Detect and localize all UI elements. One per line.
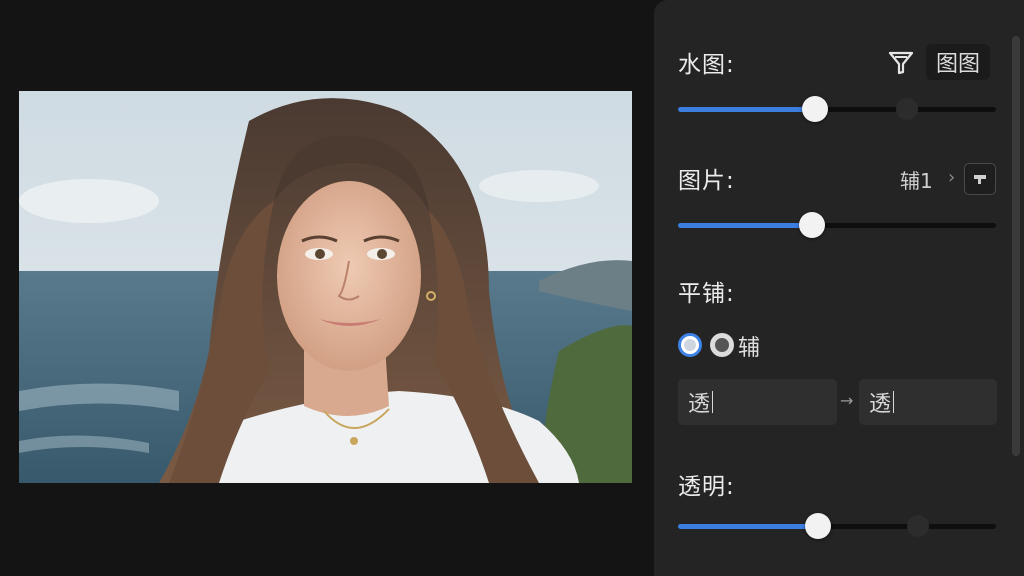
tile-from-field[interactable]: 透 bbox=[678, 379, 837, 425]
watermark-slider[interactable] bbox=[678, 95, 996, 123]
tile-row: 平铺: bbox=[678, 273, 735, 309]
opacity-label: 透明: bbox=[678, 474, 735, 500]
tile-label: 平铺: bbox=[678, 281, 735, 307]
funnel-icon[interactable] bbox=[886, 48, 916, 78]
opacity-slider[interactable] bbox=[678, 512, 996, 540]
portrait-photo bbox=[19, 91, 632, 483]
image-slider[interactable] bbox=[678, 211, 996, 239]
chevron-right-icon: › bbox=[948, 167, 956, 188]
watermark-row: 水图: bbox=[678, 44, 735, 80]
panel-scrollbar[interactable] bbox=[1012, 36, 1020, 456]
tile-to-value: 透 bbox=[869, 392, 892, 417]
slider-fill bbox=[678, 223, 812, 228]
radio-option-2[interactable] bbox=[710, 333, 734, 357]
text-caret bbox=[893, 391, 895, 413]
arrow-right-icon: → bbox=[840, 391, 854, 410]
text-caret bbox=[712, 391, 714, 413]
slider-secondary-handle[interactable] bbox=[896, 98, 918, 120]
image-row: 图片: bbox=[678, 160, 735, 196]
image-picker-button[interactable] bbox=[964, 163, 996, 195]
opacity-row: 透明: bbox=[678, 466, 735, 502]
radio-option-label: 辅 bbox=[738, 336, 761, 361]
radio-option-1[interactable] bbox=[678, 333, 702, 357]
slider-fill bbox=[678, 524, 818, 529]
app-window: 水图: 图图 图片: 辅1 › 平铺: 辅 透 → 透 透明: bbox=[0, 0, 1024, 576]
slider-fill bbox=[678, 107, 815, 112]
watermark-mode-chip[interactable]: 图图 bbox=[926, 44, 991, 80]
image-value: 辅1 bbox=[900, 169, 933, 193]
paint-icon bbox=[974, 175, 986, 184]
slider-thumb[interactable] bbox=[798, 212, 825, 238]
slider-thumb[interactable] bbox=[804, 513, 831, 539]
settings-panel: 水图: 图图 图片: 辅1 › 平铺: 辅 透 → 透 透明: bbox=[654, 0, 1024, 576]
slider-secondary-handle[interactable] bbox=[907, 515, 929, 537]
tile-from-value: 透 bbox=[688, 392, 711, 417]
image-label: 图片: bbox=[678, 168, 735, 194]
image-preview bbox=[19, 91, 632, 483]
tile-to-field[interactable]: 透 bbox=[859, 379, 997, 425]
watermark-label: 水图: bbox=[678, 52, 735, 78]
slider-thumb[interactable] bbox=[801, 96, 828, 122]
